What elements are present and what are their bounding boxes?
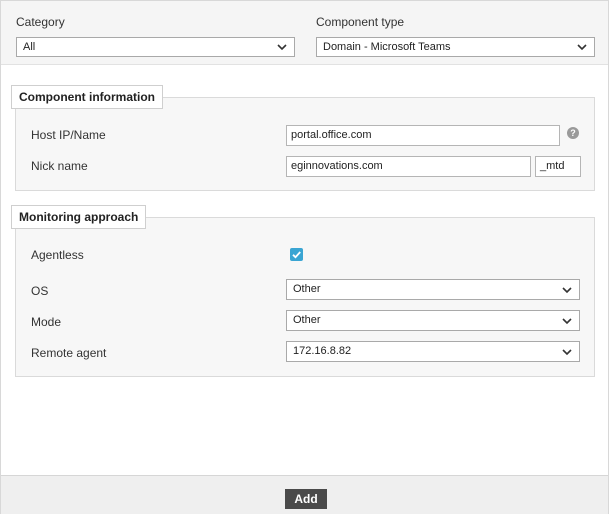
nick-name-input[interactable]: eginnovations.com [286, 156, 531, 177]
add-button[interactable]: Add [285, 489, 327, 509]
chevron-down-icon [577, 43, 587, 51]
add-component-panel: Category All Component type Domain - Mic… [0, 0, 609, 514]
component-information-title: Component information [11, 85, 163, 109]
category-select-value: All [23, 41, 36, 53]
os-select[interactable]: Other [286, 279, 580, 300]
chevron-down-icon [277, 43, 287, 51]
os-label: OS [31, 284, 49, 298]
agentless-label: Agentless [31, 248, 84, 262]
footer-bar: Add [1, 475, 608, 514]
host-label: Host IP/Name [31, 128, 106, 142]
mode-select[interactable]: Other [286, 310, 580, 331]
chevron-down-icon [562, 317, 572, 325]
component-type-label: Component type [316, 15, 405, 29]
mode-select-value: Other [293, 314, 321, 326]
remote-agent-select[interactable]: 172.16.8.82 [286, 341, 580, 362]
remote-agent-label: Remote agent [31, 346, 107, 360]
category-select[interactable]: All [16, 37, 295, 57]
monitoring-approach-title: Monitoring approach [11, 205, 147, 229]
filter-bar: Category All Component type Domain - Mic… [1, 1, 608, 65]
os-select-value: Other [293, 283, 321, 295]
checkmark-icon [292, 251, 301, 259]
remote-agent-select-value: 172.16.8.82 [293, 345, 352, 357]
chevron-down-icon [562, 286, 572, 294]
mode-label: Mode [31, 315, 62, 329]
component-type-select-value: Domain - Microsoft Teams [323, 41, 451, 53]
component-type-select[interactable]: Domain - Microsoft Teams [316, 37, 595, 57]
host-input[interactable]: portal.office.com [286, 125, 560, 146]
agentless-checkbox[interactable] [290, 248, 303, 261]
help-icon[interactable]: ? [567, 127, 579, 139]
nick-name-label: Nick name [31, 159, 88, 173]
chevron-down-icon [562, 348, 572, 356]
category-label: Category [16, 15, 65, 29]
nick-name-suffix: _mtd [535, 156, 581, 177]
